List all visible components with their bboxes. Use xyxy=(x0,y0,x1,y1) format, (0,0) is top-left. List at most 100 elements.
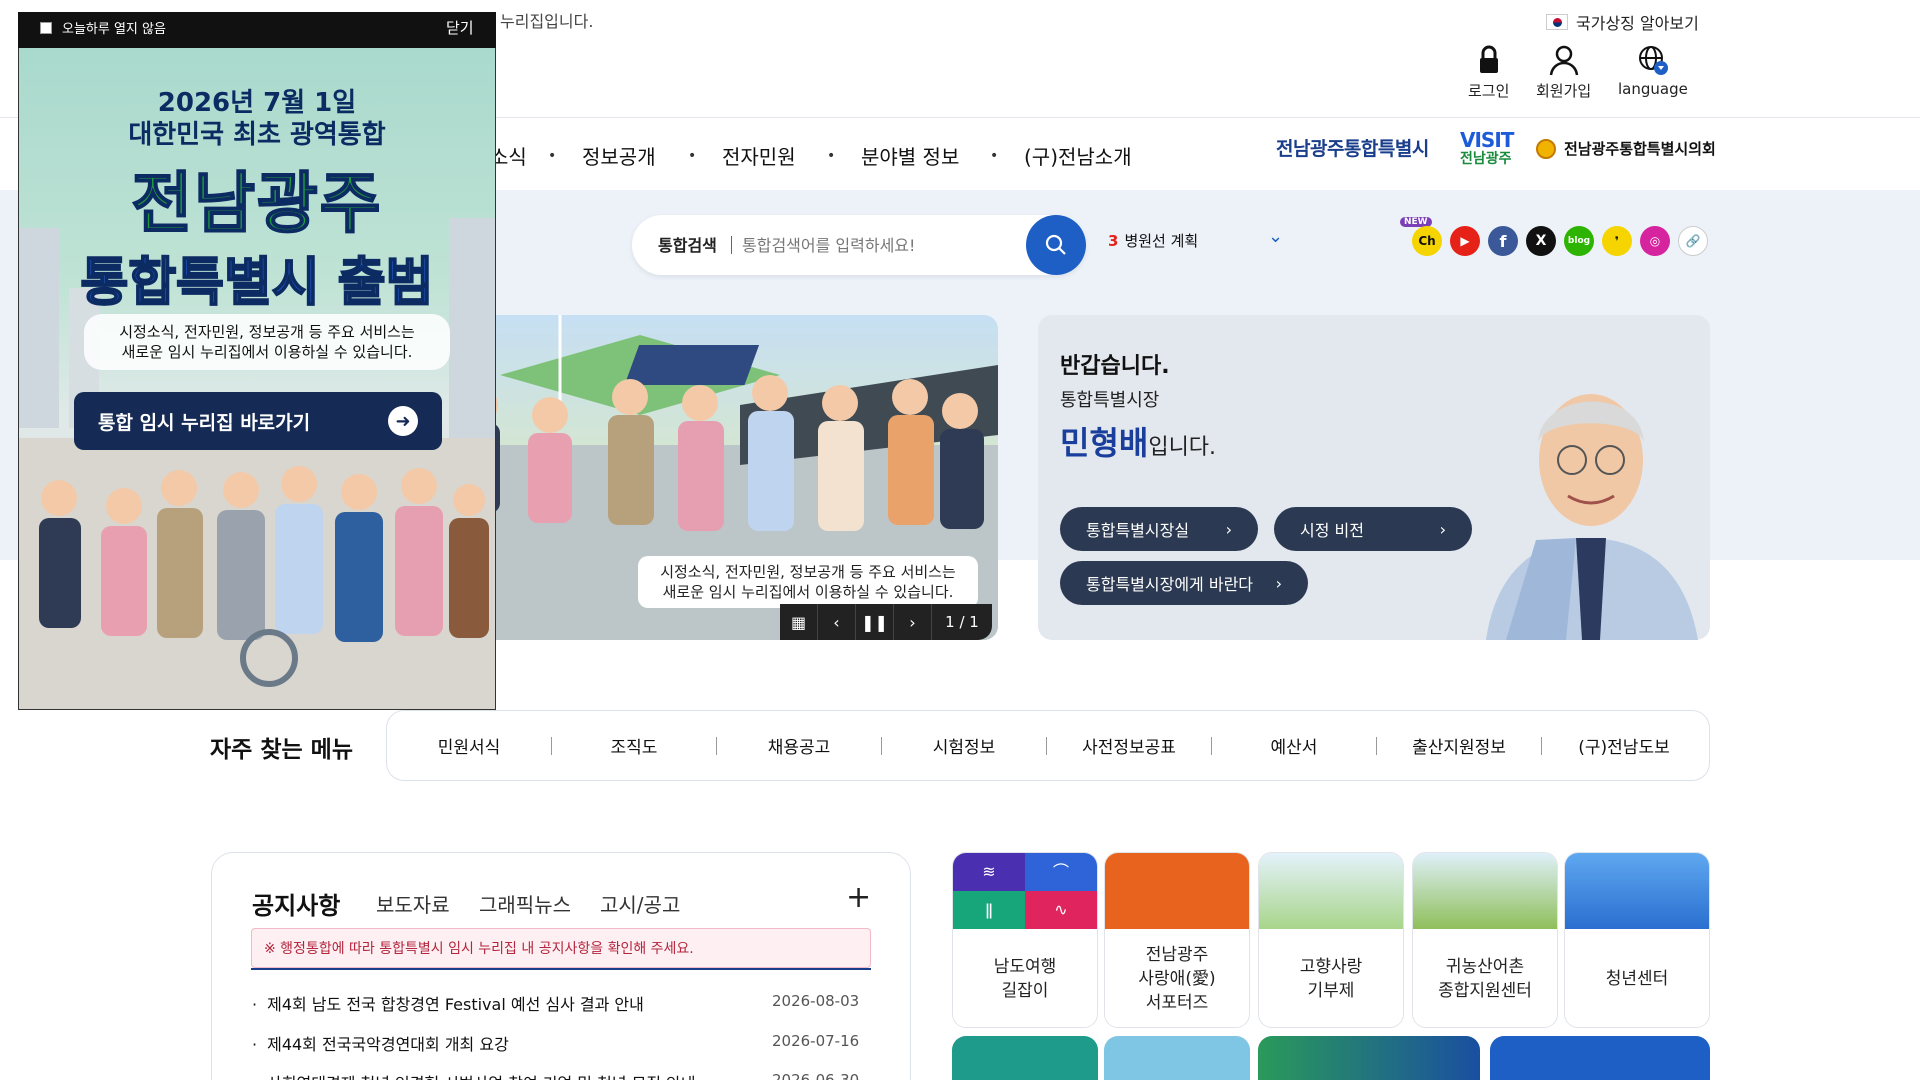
tile-next-4[interactable] xyxy=(1490,1036,1710,1080)
tile-label: 남도여행 길잡이 xyxy=(953,929,1097,1027)
language-label: language xyxy=(1618,80,1688,98)
food-icon: ǁ xyxy=(953,891,1025,929)
mayor-name: 민형배 xyxy=(1060,424,1149,462)
banner-caption-line2: 새로운 임시 누리집에서 이용하실 수 있습니다. xyxy=(662,583,954,601)
visit-logo-top: VISIT xyxy=(1460,128,1514,152)
gnb-separator: • xyxy=(548,148,557,164)
login-button[interactable]: 로그인 xyxy=(1468,44,1509,101)
trending-keyword[interactable]: 3 병원선 계획 xyxy=(1108,230,1198,251)
search-input[interactable] xyxy=(742,228,1022,262)
tab-notice[interactable]: 공지사항 xyxy=(252,886,340,921)
chevron-down-icon[interactable]: ⌄ xyxy=(1268,226,1283,247)
trending-rank: 3 xyxy=(1108,232,1119,250)
quick-menu-separator xyxy=(1541,737,1542,755)
search-button[interactable] xyxy=(1026,215,1086,275)
quick-menu-item[interactable]: 예산서 xyxy=(1234,733,1354,758)
board-alert: ※ 행정통합에 따라 통합특별시 임시 누리집 내 공지사항을 확인해 주세요. xyxy=(251,928,871,968)
post-title[interactable]: 제4회 남도 전국 합창경연 Festival 예선 심사 결과 안내 xyxy=(252,991,644,1015)
tile-label-line: 길잡이 xyxy=(1001,981,1049,1001)
tile-hometown-donation[interactable]: 고향사랑 기부제 xyxy=(1258,852,1404,1028)
link-icon[interactable]: 🔗 xyxy=(1678,226,1708,256)
signup-button[interactable]: 회원가입 xyxy=(1536,44,1591,101)
popup-description: 시정소식, 전자민원, 정보공개 등 주요 서비스는 새로운 임시 누리집에서 … xyxy=(84,314,450,370)
login-label: 로그인 xyxy=(1468,82,1510,100)
pause-icon[interactable]: ❚❚ xyxy=(856,604,894,640)
gnb-item-e-civil[interactable]: 전자민원 xyxy=(722,141,796,170)
mayor-request-label: 통합특별시장에게 바란다 xyxy=(1086,575,1254,594)
facebook-icon[interactable]: f xyxy=(1488,226,1518,256)
quick-menu-item[interactable]: 출산지원정보 xyxy=(1399,733,1519,758)
globe-icon xyxy=(1638,46,1668,75)
dont-show-checkbox[interactable] xyxy=(40,22,52,34)
post-title[interactable]: 사회연대경제 청년 인경험 시범사업 참여 기업 및 청년 모집 안내 xyxy=(252,1070,696,1080)
search-label: 통합검색 xyxy=(658,236,717,255)
blog-icon[interactable]: blog xyxy=(1564,226,1594,256)
chevron-right-icon: › xyxy=(1439,519,1446,539)
visit-logo[interactable]: VISIT 전남광주 xyxy=(1460,128,1514,166)
tab-announcement[interactable]: 고시/공고 xyxy=(600,889,680,918)
return-farm-image xyxy=(1413,853,1557,929)
council-label: 전남광주통합특별시의회 xyxy=(1564,140,1716,158)
popup-go-label: 통합 임시 누리집 바로가기 xyxy=(98,411,311,434)
youtube-icon[interactable]: ▶ xyxy=(1450,226,1480,256)
quick-menu-separator xyxy=(716,737,717,755)
search-icon xyxy=(1045,234,1066,255)
quick-menu-item[interactable]: 사전정보공표 xyxy=(1069,733,1189,758)
tile-supporters[interactable]: 전남광주 사랑애(愛) 서포터즈 xyxy=(1104,852,1250,1028)
arrow-right-icon: ➜ xyxy=(388,406,418,436)
popup-go-button[interactable]: 통합 임시 누리집 바로가기 ➜ xyxy=(74,392,442,450)
search-divider xyxy=(731,236,732,254)
mountain-icon: ⌒ xyxy=(1025,853,1097,891)
prev-slide-icon[interactable]: ‹ xyxy=(818,604,856,640)
banner-caption: 시정소식, 전자민원, 정보공개 등 주요 서비스는 새로운 임시 누리집에서 … xyxy=(638,556,978,608)
tab-graphic-news[interactable]: 그래픽뉴스 xyxy=(479,889,571,918)
tile-next-1[interactable] xyxy=(952,1036,1098,1080)
gnb-item-old-jeonnam[interactable]: (구)전남소개 xyxy=(1024,141,1132,170)
national-symbol-link[interactable]: 국가상징 알아보기 xyxy=(1546,10,1699,34)
tile-next-2[interactable] xyxy=(1104,1036,1250,1080)
national-symbol-label: 국가상징 알아보기 xyxy=(1576,14,1699,33)
mayor-request-button[interactable]: 통합특별시장에게 바란다 › xyxy=(1060,561,1308,605)
quick-menu-item[interactable]: (구)전남도보 xyxy=(1564,733,1684,758)
post-title[interactable]: 제44회 전국국악경연대회 개최 요강 xyxy=(252,1031,509,1055)
popup-headline-2: 통합특별시 출범 xyxy=(80,252,435,314)
post-date: 2026-08-03 xyxy=(772,992,860,1010)
instagram-icon[interactable]: ◎ xyxy=(1640,226,1670,256)
gnb-item-info-disclosure[interactable]: 정보공개 xyxy=(582,141,656,170)
tile-label: 전남광주 사랑애(愛) 서포터즈 xyxy=(1105,929,1249,1027)
quick-menu-item[interactable]: 민원서식 xyxy=(409,733,529,758)
tile-travel-guide[interactable]: ≋ ⌒ ǁ ∿ 남도여행 길잡이 xyxy=(952,852,1098,1028)
site-notice-text: 누리집입니다. xyxy=(500,12,594,31)
gnb-separator: • xyxy=(688,148,697,164)
tile-label-line: 기부제 xyxy=(1307,981,1355,1001)
tile-youth-center[interactable]: 청년센터 xyxy=(1564,852,1710,1028)
council-seal-icon xyxy=(1536,138,1556,159)
next-slide-icon[interactable]: › xyxy=(894,604,932,640)
tab-press-release[interactable]: 보도자료 xyxy=(376,889,450,918)
tile-label: 청년센터 xyxy=(1565,929,1709,1027)
quick-menu-item[interactable]: 조직도 xyxy=(574,733,694,758)
quick-menu-item[interactable]: 채용공고 xyxy=(739,733,859,758)
grid-view-icon[interactable]: ▦ xyxy=(780,604,818,640)
tile-label: 고향사랑 기부제 xyxy=(1259,929,1403,1027)
more-plus-icon[interactable]: + xyxy=(846,880,871,915)
dont-show-label[interactable]: 오늘하루 열지 않음 xyxy=(62,18,166,37)
tile-return-farm[interactable]: 귀농산어촌 종합지원센터 xyxy=(1412,852,1558,1028)
supporters-logo xyxy=(1105,853,1249,929)
gnb-item-field-info[interactable]: 분야별 정보 xyxy=(861,141,959,170)
quick-menu-separator xyxy=(881,737,882,755)
popup-close-button[interactable]: 닫기 xyxy=(446,17,474,38)
vision-button[interactable]: 시정 비전 › xyxy=(1274,507,1472,551)
gnb-separator: • xyxy=(990,148,999,164)
language-button[interactable]: language xyxy=(1618,44,1688,98)
gnb-separator: • xyxy=(827,148,836,164)
channel-icon[interactable]: Ch xyxy=(1412,226,1442,256)
council-link[interactable]: 전남광주통합특별시의회 xyxy=(1536,138,1716,159)
quick-menu-title: 자주 찾는 메뉴 xyxy=(210,737,353,763)
brand-logo[interactable]: 전남광주통합특별시 xyxy=(1276,134,1429,161)
mayor-office-button[interactable]: 통합특별시장실 › xyxy=(1060,507,1258,551)
tile-next-3[interactable] xyxy=(1258,1036,1480,1080)
x-icon[interactable]: X xyxy=(1526,226,1556,256)
kakao-icon[interactable]: ❜ xyxy=(1602,226,1632,256)
quick-menu-item[interactable]: 시험정보 xyxy=(904,733,1024,758)
